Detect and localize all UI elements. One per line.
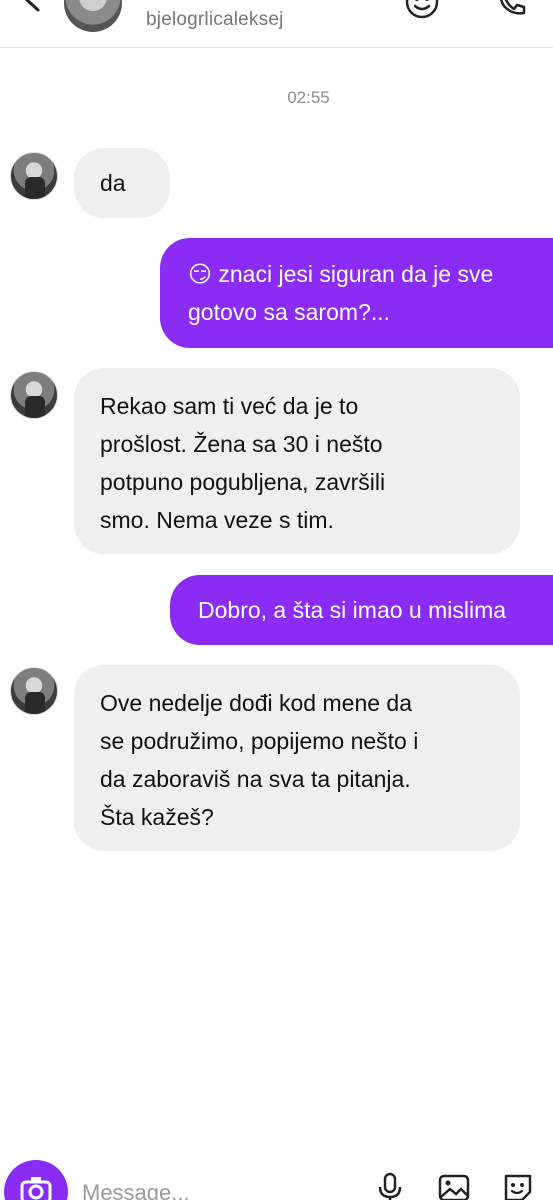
message-line: potpuno pogubljena, završili	[100, 469, 386, 495]
phone-icon[interactable]	[494, 0, 530, 20]
incoming-message-bubble[interactable]: Ove nedelje dođi kod mene da se podružim…	[74, 665, 520, 851]
message-text: da	[100, 170, 126, 196]
message-composer	[0, 1150, 553, 1200]
image-icon[interactable]	[436, 1170, 472, 1200]
chat-header: bjelogrlicaleksej	[0, 0, 553, 48]
camera-icon	[20, 1177, 52, 1200]
microphone-icon[interactable]	[372, 1170, 408, 1200]
sender-avatar[interactable]	[10, 667, 58, 715]
incoming-message-bubble[interactable]: Rekao sam ti već da je to prošlost. Žena…	[74, 368, 520, 554]
message-line: Ove nedelje dođi kod mene da	[100, 690, 412, 716]
outgoing-message-bubble[interactable]: Dobro, a šta si imao u mislima	[170, 575, 553, 645]
message-line: smo. Nema veze s tim.	[100, 507, 334, 533]
message-line: 😏 znaci jesi siguran da je sve	[188, 261, 494, 287]
outgoing-message-bubble[interactable]: 😏 znaci jesi siguran da je sve gotovo sa…	[160, 238, 553, 348]
message-text: Dobro, a šta si imao u mislima	[198, 597, 507, 623]
incoming-message-bubble[interactable]: da	[74, 148, 170, 218]
camera-button[interactable]	[4, 1160, 68, 1200]
sticker-smile-icon[interactable]	[404, 0, 440, 20]
message-line: Rekao sam ti već da je to	[100, 393, 359, 419]
message-input[interactable]	[82, 1178, 362, 1200]
message-line: da zaboraviš na sva ta pitanja.	[100, 766, 411, 792]
sender-avatar[interactable]	[10, 371, 58, 419]
smirk-emoji-icon: 😏	[188, 261, 212, 287]
sticker-icon[interactable]	[500, 1170, 536, 1200]
thread-timestamp: 02:55	[287, 88, 330, 107]
message-line: Šta kažeš?	[100, 804, 214, 830]
sender-avatar[interactable]	[10, 152, 58, 200]
message-line: gotovo sa sarom?...	[188, 299, 390, 325]
back-chevron-icon[interactable]	[18, 0, 48, 14]
header-avatar[interactable]	[64, 0, 122, 32]
header-username[interactable]: bjelogrlicaleksej	[146, 9, 284, 31]
message-line: se podružimo, popijemo nešto i	[100, 728, 419, 754]
message-line: prošlost. Žena sa 30 i nešto	[100, 431, 383, 457]
